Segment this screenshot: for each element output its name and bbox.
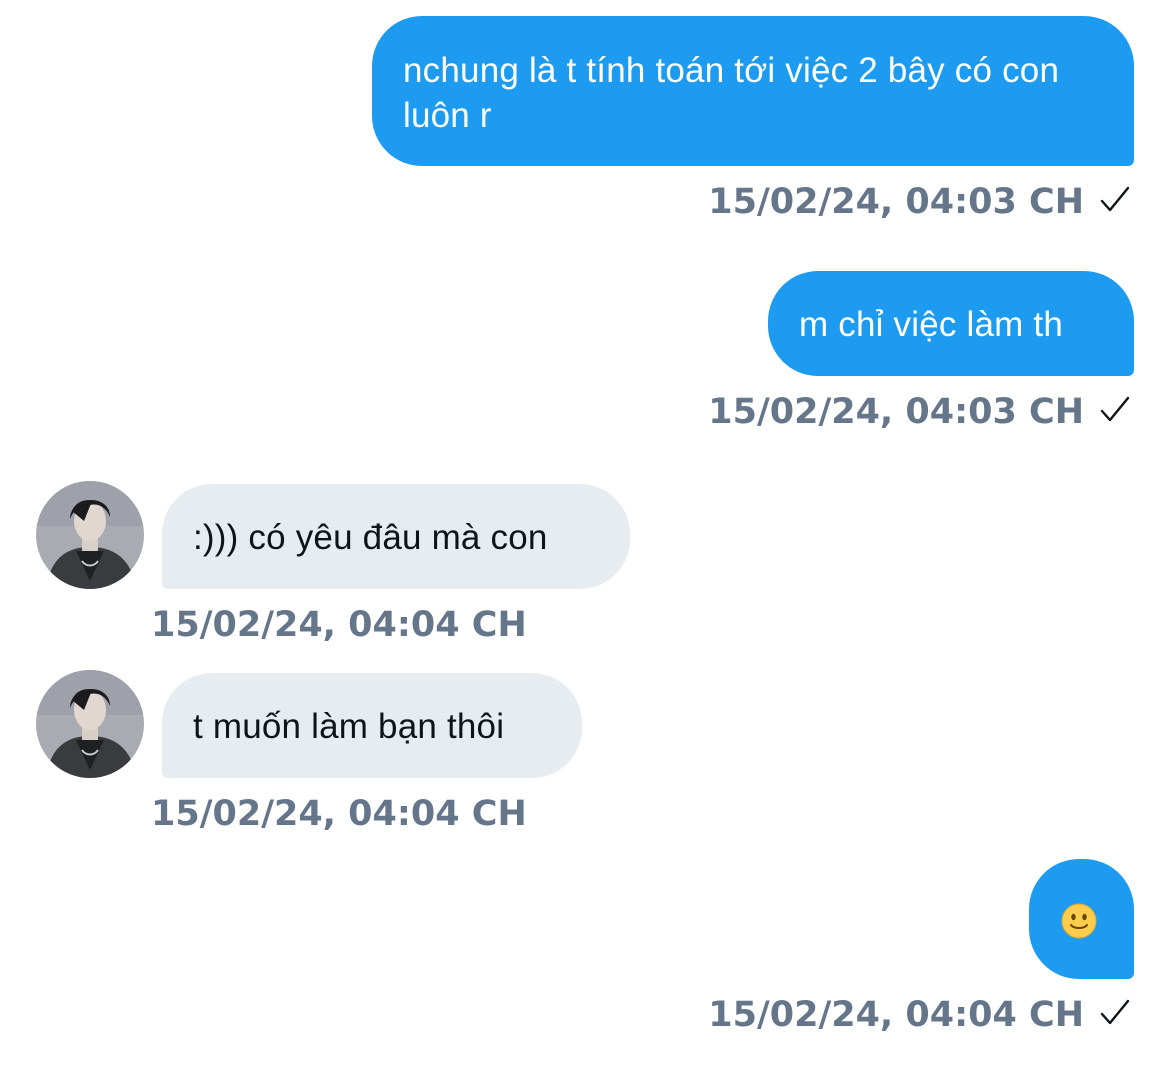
message-text: :))) có yêu đâu mà con [193, 518, 548, 557]
message-timestamp: 15/02/24, 04:03 CH [708, 392, 1084, 432]
message-timestamp: 15/02/24, 04:04 CH [151, 605, 527, 645]
message-text: m chỉ việc làm th [799, 305, 1064, 344]
message-meta: 15/02/24, 04:04 CH [708, 995, 1132, 1035]
message-timestamp: 15/02/24, 04:04 CH [151, 794, 527, 834]
message-bubble-outgoing[interactable]: nchung là t tính toán tới việc 2 bây có … [372, 16, 1134, 166]
message-bubble-outgoing[interactable]: m chỉ việc làm th [768, 271, 1134, 376]
contact-avatar[interactable] [36, 481, 144, 589]
sent-check-icon [1100, 186, 1130, 212]
sent-check-icon [1100, 999, 1130, 1025]
message-meta: 15/02/24, 04:03 CH [708, 182, 1132, 222]
message-meta: 15/02/24, 04:03 CH [708, 392, 1132, 432]
contact-avatar[interactable] [36, 670, 144, 778]
message-text: nchung là t tính toán tới việc 2 bây có … [403, 51, 1060, 135]
message-timestamp: 15/02/24, 04:03 CH [708, 182, 1084, 222]
sent-check-icon [1100, 396, 1130, 422]
message-text: t muốn làm bạn thôi [193, 707, 505, 746]
avatar-image [36, 670, 144, 778]
avatar-image [36, 481, 144, 589]
slightly-smiling-face-icon [1061, 903, 1097, 939]
message-bubble-incoming[interactable]: :))) có yêu đâu mà con [162, 484, 630, 589]
message-bubble-incoming[interactable]: t muốn làm bạn thôi [162, 673, 582, 778]
message-timestamp: 15/02/24, 04:04 CH [708, 995, 1084, 1035]
